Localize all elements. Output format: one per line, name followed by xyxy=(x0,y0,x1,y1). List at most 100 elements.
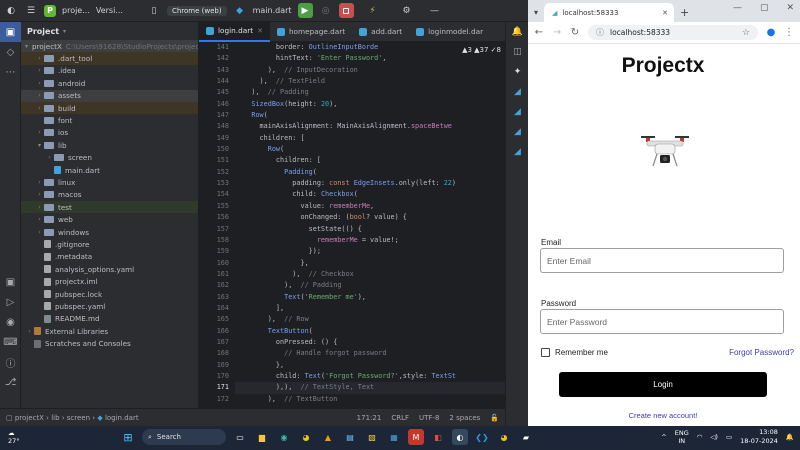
tree-item[interactable]: › .dart_tool xyxy=(21,52,198,65)
store-icon[interactable]: ▦ xyxy=(386,429,402,445)
tree-item[interactable]: main.dart xyxy=(21,164,198,176)
code-line[interactable]: ), // Padding xyxy=(235,87,505,98)
tree-item[interactable]: pubspec.yaml xyxy=(21,300,198,312)
hot-reload-icon[interactable]: ⚡ xyxy=(366,4,380,18)
code-line[interactable]: }); xyxy=(235,246,505,257)
tree-item[interactable]: analysis_options.yaml xyxy=(21,263,198,275)
close-icon[interactable]: ✕ xyxy=(662,9,668,17)
version-control-icon[interactable]: ⎇ xyxy=(0,372,21,392)
new-tab-button[interactable]: + xyxy=(680,3,689,22)
code-line[interactable]: ), // Padding xyxy=(235,280,505,291)
tree-item[interactable]: › assets xyxy=(21,89,198,102)
code-line[interactable]: Padding( xyxy=(235,167,505,178)
code-line[interactable]: }, xyxy=(235,258,505,269)
code-line[interactable]: }, xyxy=(235,360,505,371)
tree-item[interactable]: projectx.iml xyxy=(21,275,198,287)
code-line[interactable]: child: Checkbox( xyxy=(235,189,505,200)
code-line[interactable]: children: [ xyxy=(235,155,505,166)
chevron-right-icon[interactable]: › xyxy=(35,216,44,223)
tree-item[interactable]: ▾ projectX C:\Users\91628\StudioProjects\p… xyxy=(21,40,198,53)
android-studio-taskbar-icon[interactable]: ◐ xyxy=(452,429,468,445)
chevron-right-icon[interactable]: › xyxy=(35,92,44,99)
chrome-taskbar-icon[interactable]: ◕ xyxy=(298,429,314,445)
vlc-icon[interactable]: ▲ xyxy=(320,429,336,445)
tree-item[interactable]: font xyxy=(21,114,198,126)
chevron-down-icon[interactable]: ▾ xyxy=(25,43,28,50)
tree-item[interactable]: › macos xyxy=(21,189,198,201)
chevron-right-icon[interactable]: › xyxy=(35,129,44,136)
login-button[interactable]: Login xyxy=(559,372,767,397)
taskbar-search[interactable]: ⌕ Search xyxy=(142,429,226,445)
weather-widget[interactable]: ☁ 27° xyxy=(8,429,20,445)
file-explorer-icon[interactable]: ▆ xyxy=(254,429,270,445)
tree-item[interactable]: › build xyxy=(21,101,198,115)
tree-item[interactable]: pubspec.lock xyxy=(21,288,198,300)
tab-add-dart[interactable]: add.dart xyxy=(352,22,409,42)
tab-loginmodel-dart[interactable]: loginmodel.dar xyxy=(409,22,490,42)
tab-login-dart[interactable]: login.dart ✕ xyxy=(199,21,270,42)
code-line[interactable]: padding: const EdgeInsets.only(left: 22) xyxy=(235,178,505,189)
edge-icon[interactable]: ◉ xyxy=(276,429,292,445)
tray-expand-icon[interactable]: ^ xyxy=(661,433,666,441)
chevron-right-icon[interactable]: › xyxy=(35,204,44,211)
caret-position[interactable]: 171:21 xyxy=(357,414,382,422)
notepad-icon[interactable]: ▤ xyxy=(342,429,358,445)
flutter-deeplinks-icon[interactable]: ◢ xyxy=(506,142,529,162)
tree-item[interactable]: README.md xyxy=(21,313,198,325)
tree-item[interactable]: › linux xyxy=(21,176,198,188)
bookmark-star-icon[interactable]: ☆ xyxy=(742,28,750,38)
notifications-icon[interactable]: 🔔 xyxy=(506,22,529,42)
code-line[interactable]: child: Text('Forgot Password?',style: Te… xyxy=(235,371,505,382)
tree-item[interactable]: › web xyxy=(21,213,198,225)
code-line[interactable]: TextButton( xyxy=(235,326,505,337)
code-line[interactable]: rememberMe = value!; xyxy=(235,235,505,246)
language-indicator[interactable]: ENG IN xyxy=(675,429,689,445)
site-info-icon[interactable]: ⓘ xyxy=(596,27,604,38)
breadcrumb-item[interactable]: projectX xyxy=(15,414,44,422)
tree-item[interactable]: ▾ lib xyxy=(21,139,198,151)
code-line[interactable]: ), // InputDecoration xyxy=(235,65,505,76)
chevron-right-icon[interactable]: › xyxy=(35,179,44,186)
mcafee-icon[interactable]: M xyxy=(408,429,424,445)
code-line[interactable]: ], xyxy=(235,303,505,314)
code-line[interactable]: children: [ xyxy=(235,133,505,144)
project-tool-icon[interactable]: ▣ xyxy=(0,22,21,42)
profile-icon[interactable]: ● xyxy=(766,27,776,38)
flutter-inspector-icon[interactable]: ◢ xyxy=(506,82,529,102)
code-editor[interactable]: login.dart ✕ homepage.dart add.dart login… xyxy=(199,21,505,408)
wifi-icon[interactable]: ◠ xyxy=(697,433,703,441)
tab-homepage-dart[interactable]: homepage.dart xyxy=(270,22,352,42)
tree-item[interactable]: › External Libraries xyxy=(21,325,198,337)
volume-icon[interactable]: ◁) xyxy=(710,433,718,441)
back-icon[interactable]: ← xyxy=(534,27,544,38)
flutter-outline-icon[interactable]: ◢ xyxy=(506,102,529,122)
code-line[interactable]: ), // TextField xyxy=(235,76,505,87)
line-separator[interactable]: CRLF xyxy=(391,414,409,422)
chevron-right-icon[interactable]: › xyxy=(35,191,44,198)
file-encoding[interactable]: UTF-8 xyxy=(419,414,439,422)
run-tool-icon[interactable]: ▷ xyxy=(0,292,21,312)
tree-item[interactable]: › test xyxy=(21,201,198,214)
terminal-icon[interactable]: ⌨ xyxy=(0,332,21,352)
notification-bell-icon[interactable]: 🔔 xyxy=(786,433,794,441)
code-line[interactable]: // Handle forgot password xyxy=(235,348,505,359)
tree-item[interactable]: › .idea xyxy=(21,65,198,77)
code-line[interactable]: Row( xyxy=(235,110,505,121)
tree-item[interactable]: › ios xyxy=(21,127,198,139)
more-tools-icon[interactable]: ⋯ xyxy=(0,62,21,82)
chrome-menu-icon[interactable]: ⋮ xyxy=(784,27,794,38)
forgot-password-link[interactable]: Forgot Password? xyxy=(729,348,794,357)
email-field[interactable]: Enter Email xyxy=(540,248,784,273)
tree-item[interactable]: .gitignore xyxy=(21,238,198,250)
code-line[interactable]: ), // Row xyxy=(235,314,505,325)
debug-icon[interactable]: ◎ xyxy=(319,4,333,18)
lock-icon[interactable]: 🔓 xyxy=(490,414,499,422)
run-button[interactable]: ▶ xyxy=(297,3,313,18)
code-line[interactable]: ), // Checkbox xyxy=(235,269,505,280)
maximize-icon[interactable]: ▢ xyxy=(760,3,769,13)
tree-item[interactable]: › windows xyxy=(21,226,198,238)
problems-list-icon[interactable]: ⓘ xyxy=(0,352,21,372)
device-selector[interactable]: Chrome (web) xyxy=(166,5,227,16)
url-field[interactable]: ⓘ localhost:58333 ☆ xyxy=(588,25,758,40)
chevron-right-icon[interactable]: › xyxy=(35,105,44,112)
